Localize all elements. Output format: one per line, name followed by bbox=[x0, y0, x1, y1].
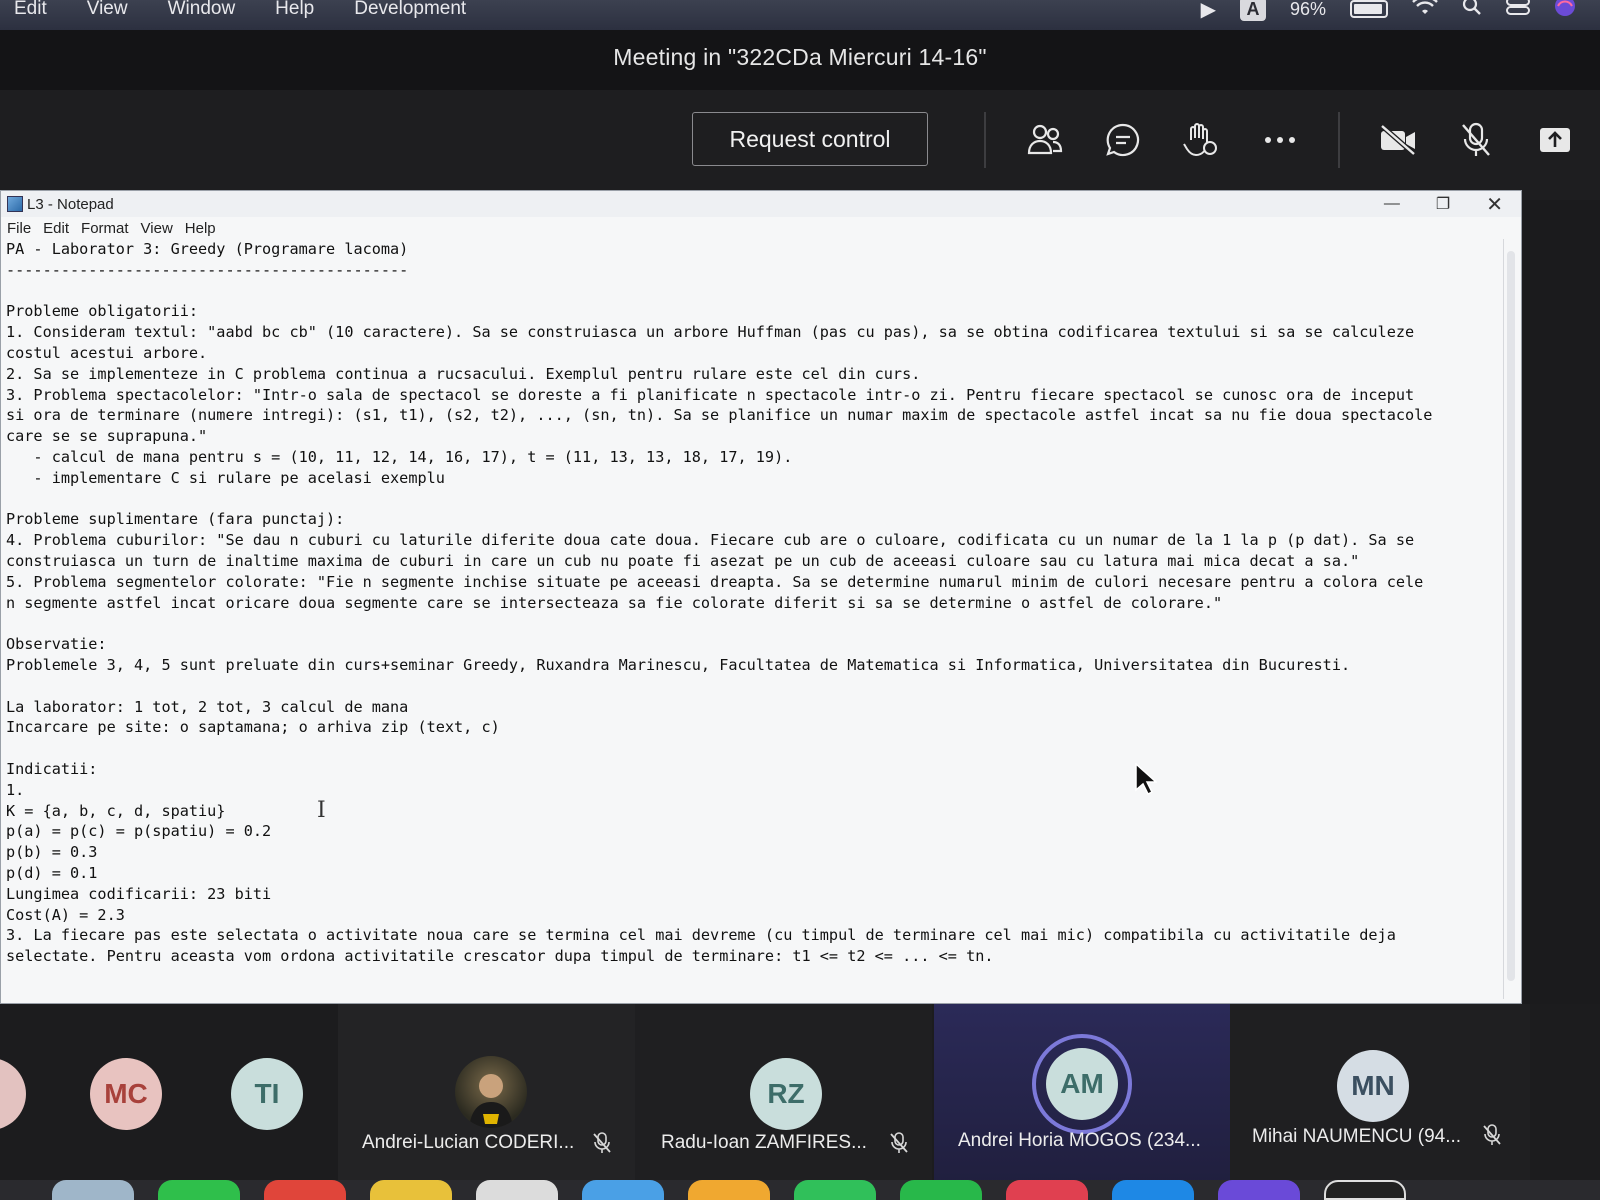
input-source-icon[interactable]: A bbox=[1239, 0, 1266, 21]
request-control-button[interactable]: Request control bbox=[692, 112, 928, 166]
participant-tile[interactable]: RZ Radu-Ioan ZAMFIRES... bbox=[635, 1004, 932, 1184]
notepad-window: L3 - Notepad — ❐ ✕ File Edit Format View… bbox=[0, 190, 1522, 1004]
dock-app-icon[interactable] bbox=[900, 1180, 982, 1200]
menu-development[interactable]: Development bbox=[354, 0, 466, 20]
people-icon[interactable] bbox=[1021, 116, 1069, 164]
siri-icon[interactable] bbox=[1554, 0, 1576, 23]
notepad-menu-format[interactable]: Format bbox=[81, 220, 129, 237]
notepad-menu-help[interactable]: Help bbox=[185, 220, 216, 237]
mic-off-icon bbox=[889, 1132, 909, 1160]
close-icon[interactable]: ✕ bbox=[1486, 192, 1503, 217]
macos-menubar: Edit View Window Help Development ▶︎ A 9… bbox=[0, 0, 1600, 30]
participants-strip: V MC TI Andrei-Lucian CODERI... RZ Radu-… bbox=[0, 1004, 1600, 1200]
text-cursor-icon: I bbox=[317, 798, 326, 823]
dock-app-icon[interactable] bbox=[1324, 1180, 1406, 1200]
dock-app-icon[interactable] bbox=[370, 1180, 452, 1200]
control-center-icon[interactable] bbox=[1506, 0, 1530, 22]
notepad-text-area[interactable]: PA - Laborator 3: Greedy (Programare lac… bbox=[6, 239, 1496, 999]
dock-app-icon[interactable] bbox=[1112, 1180, 1194, 1200]
menu-view[interactable]: View bbox=[87, 0, 128, 20]
notepad-titlebar[interactable]: L3 - Notepad — ❐ ✕ bbox=[1, 191, 1521, 217]
participant-tile[interactable]: MC bbox=[60, 1004, 200, 1184]
dock-app-icon[interactable] bbox=[688, 1180, 770, 1200]
participant-tile-active-speaker[interactable]: AM Andrei Horia MOGOS (234... bbox=[934, 1004, 1230, 1184]
notepad-window-title: L3 - Notepad bbox=[27, 195, 114, 213]
dock-app-icon[interactable] bbox=[582, 1180, 664, 1200]
restore-icon[interactable]: ❐ bbox=[1436, 194, 1450, 214]
raise-hand-icon[interactable] bbox=[1176, 116, 1224, 164]
menu-edit[interactable]: Edit bbox=[14, 0, 47, 20]
participant-name: Andrei Horia MOGOS (234... bbox=[958, 1130, 1201, 1151]
meeting-toolbar: Request control bbox=[0, 90, 1600, 200]
more-options-icon[interactable] bbox=[1256, 116, 1304, 164]
participant-tile[interactable]: Andrei-Lucian CODERI... bbox=[338, 1004, 635, 1184]
mic-off-icon bbox=[592, 1132, 612, 1160]
participant-tile[interactable]: V bbox=[0, 1004, 40, 1184]
scrollbar-thumb[interactable] bbox=[1507, 251, 1515, 981]
dock-app-icon[interactable] bbox=[1006, 1180, 1088, 1200]
notepad-app-icon bbox=[7, 196, 23, 212]
notepad-menu-edit[interactable]: Edit bbox=[43, 220, 69, 237]
menu-window[interactable]: Window bbox=[168, 0, 236, 20]
participant-name: Mihai NAUMENCU (94... bbox=[1252, 1126, 1462, 1147]
toolbar-divider bbox=[1338, 112, 1340, 168]
play-circle-icon[interactable]: ▶︎ bbox=[1201, 0, 1216, 22]
participant-name: Radu-Ioan ZAMFIRES... bbox=[661, 1132, 867, 1153]
participant-tile[interactable]: MN Mihai NAUMENCU (94... bbox=[1230, 1004, 1530, 1184]
avatar: V bbox=[0, 1058, 26, 1130]
share-screen-icon[interactable] bbox=[1531, 116, 1579, 164]
avatar: TI bbox=[231, 1058, 303, 1130]
battery-percent: 96% bbox=[1289, 0, 1326, 19]
chat-icon[interactable] bbox=[1099, 116, 1147, 164]
macos-dock bbox=[0, 1180, 1600, 1200]
menu-help[interactable]: Help bbox=[275, 0, 314, 20]
avatar: MN bbox=[1337, 1050, 1409, 1122]
mic-off-icon bbox=[1482, 1124, 1502, 1152]
avatar: AM bbox=[1046, 1048, 1118, 1120]
dock-app-icon[interactable] bbox=[158, 1180, 240, 1200]
vertical-scrollbar[interactable] bbox=[1503, 239, 1517, 999]
wifi-icon[interactable] bbox=[1412, 0, 1438, 22]
participant-name: Andrei-Lucian CODERI... bbox=[362, 1132, 575, 1153]
toolbar-divider bbox=[984, 112, 986, 168]
participant-tile[interactable]: TI bbox=[200, 1004, 335, 1184]
battery-icon[interactable] bbox=[1350, 0, 1388, 18]
screen: { "menubar": { "items": ["Edit", "View",… bbox=[0, 0, 1600, 1200]
minimize-icon[interactable]: — bbox=[1384, 195, 1400, 213]
dock-app-icon[interactable] bbox=[1218, 1180, 1300, 1200]
notepad-menu-file[interactable]: File bbox=[7, 220, 31, 237]
status-area: ▶︎ A 96% bbox=[1201, 0, 1576, 24]
dock-app-icon[interactable] bbox=[52, 1180, 134, 1200]
notepad-menu-view[interactable]: View bbox=[141, 220, 173, 237]
spotlight-search-icon[interactable] bbox=[1462, 0, 1482, 22]
dock-app-icon[interactable] bbox=[476, 1180, 558, 1200]
dock-app-icon[interactable] bbox=[264, 1180, 346, 1200]
avatar: RZ bbox=[750, 1058, 822, 1130]
notepad-menubar: File Edit Format View Help bbox=[1, 217, 1521, 239]
meeting-header: Meeting in "322CDa Miercuri 14-16" bbox=[0, 30, 1600, 90]
camera-off-icon[interactable] bbox=[1374, 116, 1422, 164]
meeting-title: Meeting in "322CDa Miercuri 14-16" bbox=[613, 44, 987, 70]
avatar: MC bbox=[90, 1058, 162, 1130]
mic-off-icon[interactable] bbox=[1452, 116, 1500, 164]
avatar-photo bbox=[455, 1056, 527, 1128]
dock-app-icon[interactable] bbox=[794, 1180, 876, 1200]
